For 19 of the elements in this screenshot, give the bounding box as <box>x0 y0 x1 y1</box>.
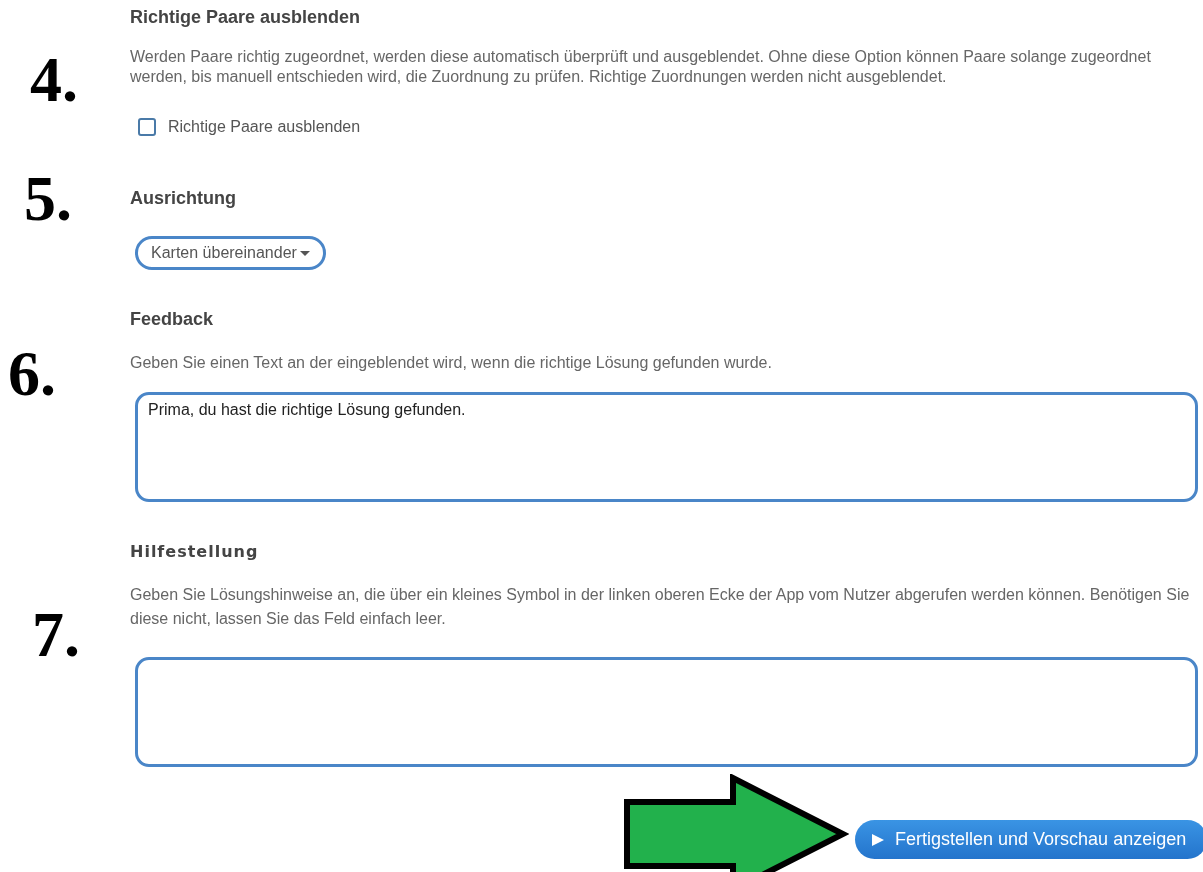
section-description: Werden Paare richtig zugeordnet, werden diese automatisch überprüft und ausgeblendet. Ohne diese Option können Paare solange zugeordnet werden, bis manuell entschieden wird, die Zuordnung zu prüfen. Richtige Zuordnungen werden nicht ausgeblendet. <box>130 47 1152 87</box>
text-area[interactable]: Prima, du hast die richtige Lösung gefunden. <box>135 392 1198 502</box>
section-description: Geben Sie einen Text an der eingeblendet wird, wenn die richtige Lösung gefunden wurde. <box>130 353 773 373</box>
section-heading: Feedback <box>130 310 215 328</box>
play-icon <box>871 832 885 847</box>
checkbox[interactable] <box>138 118 156 136</box>
section-heading: Hilfestellung <box>130 543 260 561</box>
dropdown[interactable]: Karten übereinander <box>135 236 326 270</box>
step-number: 6. <box>8 342 56 406</box>
step-number: 7. <box>32 603 80 667</box>
finish-button[interactable]: Fertigstellen und Vorschau anzeigen <box>855 820 1203 859</box>
step-number: 4. <box>30 48 78 112</box>
text-area[interactable] <box>135 657 1198 767</box>
caret-icon <box>299 250 310 256</box>
step-number: 5. <box>24 167 72 231</box>
checkbox-label: Richtige Paare ausblenden <box>168 117 361 137</box>
section-description: Geben Sie Lösungshinweise an, die über ein kleines Symbol in der linken oberen Ecke der App vom Nutzer abgerufen werden können. Benötigen Sie diese nicht, lassen Sie das Feld einfach leer. <box>130 585 1191 629</box>
section-heading: Richtige Paare ausblenden <box>130 8 362 26</box>
section-heading: Ausrichtung <box>130 189 237 207</box>
